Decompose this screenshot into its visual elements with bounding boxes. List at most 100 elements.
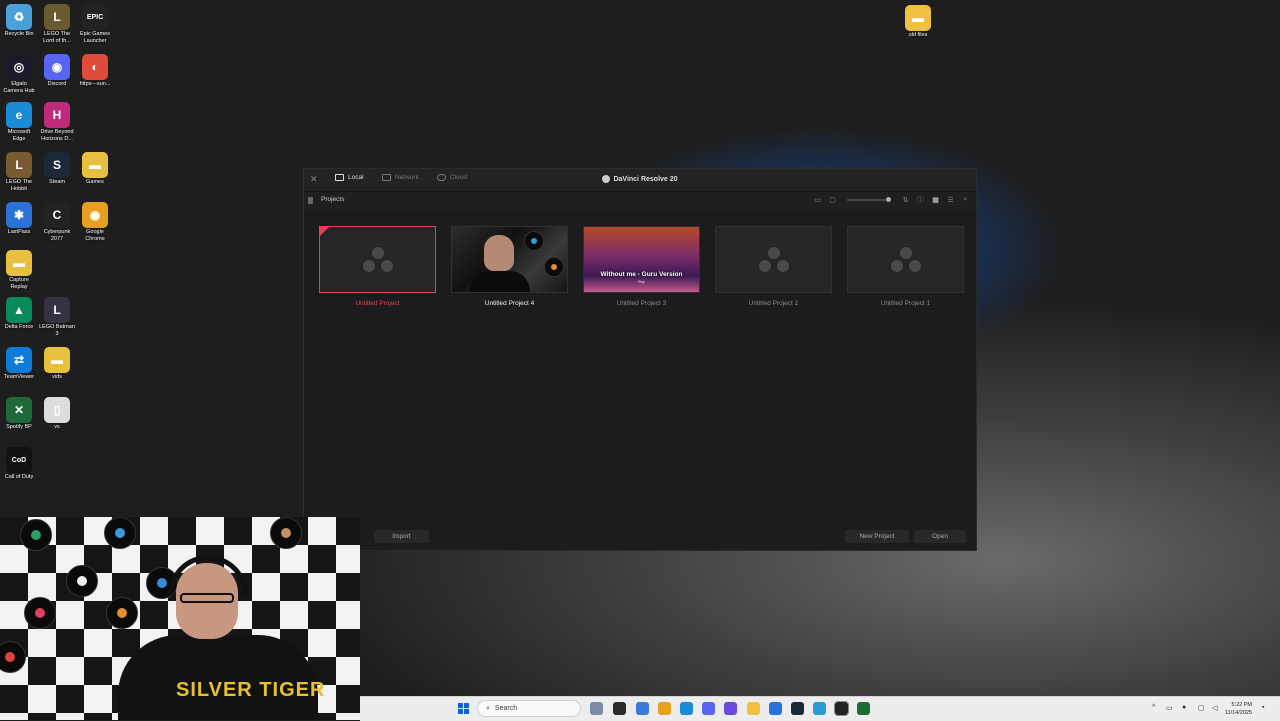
app-icon: S xyxy=(44,152,70,178)
desktop-icon[interactable]: C Cyberpunk 2077 xyxy=(39,202,75,243)
list-view-icon[interactable]: ☰ xyxy=(946,196,955,204)
toolbar-icons: ▭ ▢ ⇅ ⓘ ▦ ☰ ⌕ xyxy=(813,195,970,205)
projects-toolbar: Projects ▭ ▢ ⇅ ⓘ ▦ ☰ ⌕ xyxy=(304,191,976,210)
vinyl-record xyxy=(524,231,544,251)
desktop-icon[interactable]: e Microsoft Edge xyxy=(1,102,37,143)
desktop-icon-label: Call of Duty xyxy=(4,474,34,480)
vinyl-record xyxy=(270,517,302,549)
desktop-icon[interactable]: S Steam xyxy=(39,152,75,186)
new-project-button[interactable]: New Project xyxy=(845,530,909,543)
discord-icon[interactable] xyxy=(702,702,715,715)
taskbar-app-icon[interactable] xyxy=(813,702,826,715)
project-card[interactable]: Untitled Project 2 xyxy=(715,226,832,307)
project-thumbnail[interactable] xyxy=(715,226,832,293)
search-icon[interactable]: ⌕ xyxy=(961,196,970,204)
desktop-icon[interactable]: ◉ Discord xyxy=(39,54,75,88)
app-icon: ▬ xyxy=(82,152,108,178)
webcam-overlay: SILVER TIGER xyxy=(0,517,360,720)
thumbnail-icon[interactable]: ▢ xyxy=(828,196,837,204)
project-card[interactable]: Untitled Project xyxy=(319,226,436,307)
open-button[interactable]: Open xyxy=(914,530,966,543)
desktop-icon-label: Capture Replay xyxy=(9,277,29,290)
file-explorer-icon[interactable] xyxy=(747,702,760,715)
microphone-icon[interactable]: ● xyxy=(1182,704,1186,711)
app-icon: ⇄ xyxy=(6,347,32,373)
project-card[interactable]: Untitled Project 4 xyxy=(451,226,568,307)
vinyl-record xyxy=(0,641,26,673)
desktop-icon[interactable]: ▯ vs xyxy=(39,397,75,431)
desktop-icon[interactable]: ✕ Spotify BP xyxy=(1,397,37,431)
teams-icon[interactable] xyxy=(724,702,737,715)
desktop-icon-label: Epic Games Launcher xyxy=(80,31,110,44)
slider-knob[interactable] xyxy=(886,197,891,202)
bottom-bar: Import New Project Open xyxy=(304,530,976,544)
desktop-icon-label: vids xyxy=(52,374,62,380)
chrome-icon[interactable] xyxy=(658,702,671,715)
task-view-icon[interactable] xyxy=(613,702,626,715)
desktop-icon[interactable]: ▲ Delta Force xyxy=(1,297,37,331)
desktop-icon-label: Steam xyxy=(49,179,65,185)
network-icon[interactable]: ▭ xyxy=(1166,704,1173,712)
desktop-icon[interactable]: ◐ https---sun... xyxy=(77,54,113,88)
clock-date: 11/14/2025 xyxy=(1224,710,1252,716)
taskbar-app-icon[interactable] xyxy=(590,702,603,715)
desktop-icon[interactable]: L LEGO Batman 3 xyxy=(39,297,75,338)
thumbnail-subtitle: Rap xyxy=(638,280,645,284)
desktop-icon[interactable]: L LEGO The Hobbit xyxy=(1,152,37,193)
desktop-icon[interactable]: ✱ LastPass xyxy=(1,202,37,236)
app-icon: H xyxy=(44,102,70,128)
title-bar: ✕ Local Network Cloud DaVinci Resolve 20 xyxy=(304,169,976,191)
taskbar-search[interactable]: ⌕ Search xyxy=(477,700,581,717)
desktop-icon-label: TeamViewer xyxy=(3,374,35,380)
glasses-icon xyxy=(180,593,234,603)
project-thumbnail[interactable] xyxy=(319,226,436,293)
display-icon[interactable]: ▢ xyxy=(1198,704,1205,712)
webcam-person-shirt xyxy=(118,635,318,720)
project-thumbnail[interactable] xyxy=(847,226,964,293)
davinci-resolve-icon[interactable] xyxy=(834,701,849,716)
clock[interactable]: 5:22 PM 11/14/2025 xyxy=(1225,701,1252,717)
desktop-icon[interactable]: CoD Call of Duty xyxy=(1,447,37,481)
taskbar-app-icon[interactable] xyxy=(636,702,649,715)
vinyl-record xyxy=(24,597,56,629)
desktop-icon[interactable]: ◎ Elgato Camera Hub xyxy=(1,54,37,95)
start-button[interactable] xyxy=(458,703,469,714)
desktop-icon-label: Microsoft Edge xyxy=(7,129,31,142)
desktop-icon[interactable]: ▬ vids xyxy=(39,347,75,381)
sidebar-toggle-icon[interactable] xyxy=(308,197,313,204)
app-title: DaVinci Resolve 20 xyxy=(304,175,976,183)
sort-icon[interactable]: ⇅ xyxy=(901,196,910,204)
project-card[interactable]: Without me - Guru Version Rap Untitled Pro… xyxy=(583,226,700,307)
app-icon: ◎ xyxy=(6,54,32,80)
desktop-icon[interactable]: ♻ Recycle Bin xyxy=(1,4,37,38)
desktop-icon[interactable]: ▬ old files xyxy=(900,5,936,39)
project-thumbnail[interactable]: Without me - Guru Version Rap xyxy=(583,226,700,293)
desktop-icon[interactable]: ▬ Games xyxy=(77,152,113,186)
project-thumbnail[interactable] xyxy=(451,226,568,293)
desktop-icon-label: Games xyxy=(86,179,104,185)
desktop-icon-label: LEGO Batman 3 xyxy=(39,324,75,337)
import-button[interactable]: Import xyxy=(374,530,429,543)
project-grid: Untitled Project Untitled Project 4 Withou… xyxy=(319,226,964,307)
info-icon[interactable]: ⓘ xyxy=(916,195,925,205)
steam-icon[interactable] xyxy=(791,702,804,715)
edge-icon[interactable] xyxy=(680,702,693,715)
desktop-icon[interactable]: L LEGO The Lord of th... xyxy=(39,4,75,45)
desktop-icon[interactable]: ▬ Capture Replay xyxy=(1,250,37,291)
chevron-up-icon[interactable]: ^ xyxy=(1152,704,1155,711)
grid-view-icon[interactable]: ▦ xyxy=(931,196,940,204)
resolve-logo-icon xyxy=(890,246,921,273)
desktop-icon[interactable]: ◉ Google Chrome xyxy=(77,202,113,243)
app-icon: ▯ xyxy=(44,397,70,423)
taskbar-app-icon[interactable] xyxy=(857,702,870,715)
project-card[interactable]: Untitled Project 1 xyxy=(847,226,964,307)
desktop-icon[interactable]: H Drive Beyond Horizons D... xyxy=(39,102,75,143)
new-folder-icon[interactable]: ▭ xyxy=(813,196,822,204)
app-icon: ▬ xyxy=(905,5,931,31)
desktop-icon[interactable]: EPIC Epic Games Launcher xyxy=(77,4,113,45)
desktop-icon[interactable]: ⇄ TeamViewer xyxy=(1,347,37,381)
taskbar-app-icon[interactable] xyxy=(769,702,782,715)
volume-icon[interactable]: ◁ xyxy=(1212,704,1217,712)
thumbnail-size-slider[interactable] xyxy=(847,197,891,202)
notification-icon[interactable]: ▪ xyxy=(1262,704,1264,711)
